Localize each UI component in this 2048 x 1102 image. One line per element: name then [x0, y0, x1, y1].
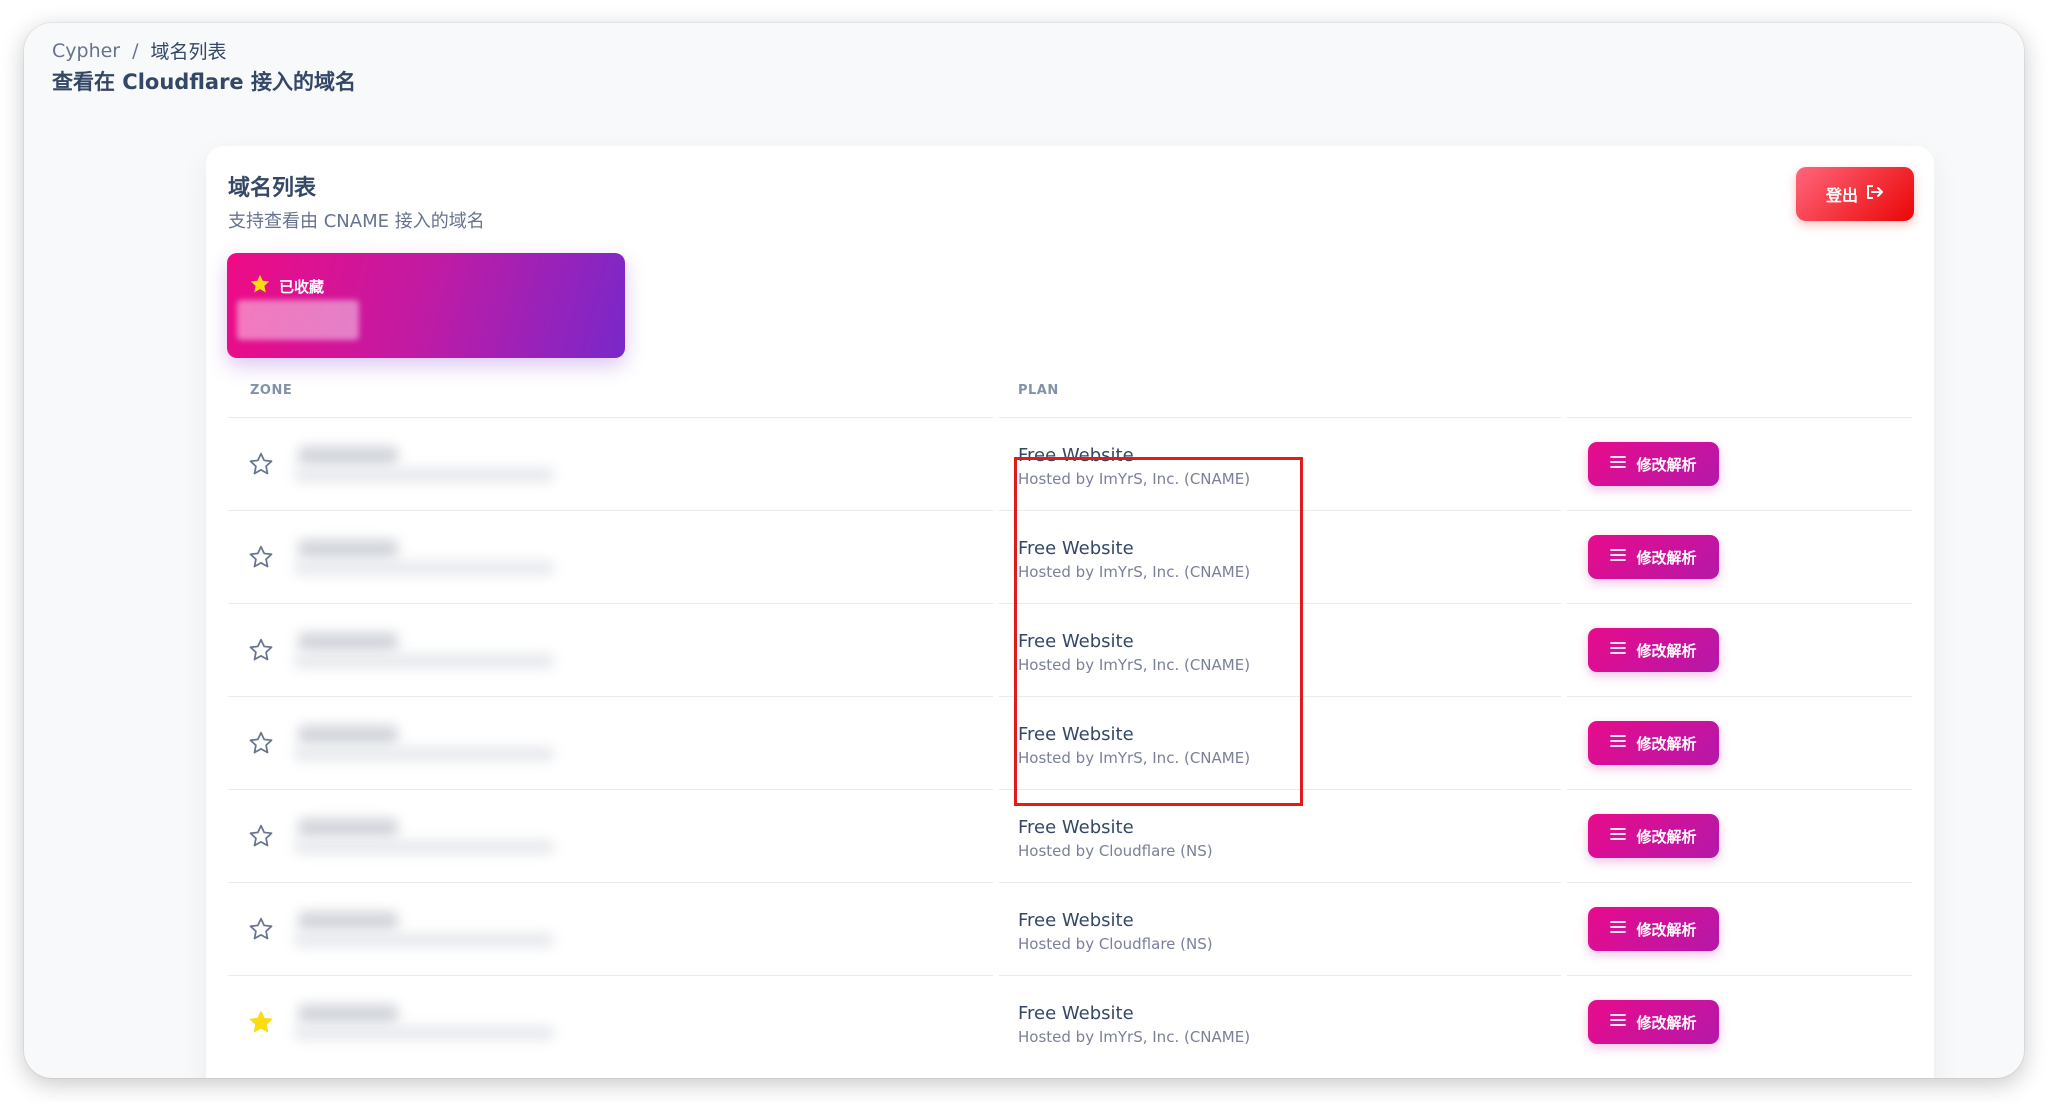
table-row: Free Website Hosted by Cloudflare (NS) 修改解…	[228, 882, 1912, 975]
edit-dns-label: 修改解析	[1636, 455, 1697, 474]
edit-dns-button[interactable]: 修改解析	[1588, 721, 1719, 765]
plan-name: Free Website	[1018, 910, 1134, 931]
plan-host: Hosted by ImYrS, Inc. (CNAME)	[1018, 470, 1251, 488]
zone-name-redacted	[290, 1000, 570, 1044]
plan-name: Free Website	[1018, 1003, 1134, 1024]
plan-cell: Free Website Hosted by Cloudflare (NS)	[1018, 910, 1213, 955]
plan-host: Hosted by ImYrS, Inc. (CNAME)	[1018, 1028, 1251, 1046]
breadcrumb-current: 域名列表	[150, 41, 227, 63]
card-subtitle: 支持查看由 CNAME 接入的域名	[228, 211, 485, 232]
zone-name-redacted	[290, 907, 570, 951]
menu-icon	[1610, 1013, 1627, 1031]
plan-host: Hosted by Cloudflare (NS)	[1018, 935, 1213, 953]
plan-name: Free Website	[1018, 817, 1134, 838]
zone-name-redacted	[290, 628, 570, 672]
table-row: Free Website Hosted by ImYrS, Inc. (CNAME…	[228, 417, 1912, 510]
star-outline-icon[interactable]	[248, 916, 274, 942]
star-filled-icon	[249, 273, 271, 299]
edit-dns-button[interactable]: 修改解析	[1588, 628, 1719, 672]
edit-dns-label: 修改解析	[1636, 548, 1697, 567]
column-header-zone: ZONE	[250, 383, 293, 398]
favorites-content-redacted	[237, 300, 359, 340]
card-title: 域名列表	[228, 176, 317, 201]
plan-host: Hosted by ImYrS, Inc. (CNAME)	[1018, 656, 1251, 674]
edit-dns-button[interactable]: 修改解析	[1588, 907, 1719, 951]
plan-cell: Free Website Hosted by Cloudflare (NS)	[1018, 817, 1213, 862]
edit-dns-button[interactable]: 修改解析	[1588, 814, 1719, 858]
plan-name: Free Website	[1018, 631, 1134, 652]
plan-name: Free Website	[1018, 538, 1134, 559]
table-row: Free Website Hosted by Cloudflare (NS) 修改解…	[228, 789, 1912, 882]
column-header-plan: PLAN	[1018, 383, 1059, 398]
table-row: Free Website Hosted by ImYrS, Inc. (CNAME…	[228, 696, 1912, 789]
app-window: Cypher / 域名列表 查看在 Cloudflare 接入的域名 域名列表 …	[24, 23, 2024, 1078]
edit-dns-button[interactable]: 修改解析	[1588, 1000, 1719, 1044]
domain-list-card: 域名列表 支持查看由 CNAME 接入的域名 登出 已收藏 ZONE PLAN …	[206, 146, 1934, 1078]
zone-name-redacted	[290, 535, 570, 579]
star-outline-icon[interactable]	[248, 637, 274, 663]
zone-name-redacted	[290, 442, 570, 486]
star-outline-icon[interactable]	[248, 730, 274, 756]
page-title: 查看在 Cloudflare 接入的域名	[52, 70, 356, 94]
favorites-header: 已收藏	[249, 273, 324, 299]
edit-dns-button[interactable]: 修改解析	[1588, 442, 1719, 486]
favorites-card[interactable]: 已收藏	[227, 253, 625, 358]
menu-icon	[1610, 641, 1627, 659]
star-outline-icon[interactable]	[248, 823, 274, 849]
plan-host: Hosted by ImYrS, Inc. (CNAME)	[1018, 563, 1251, 581]
logout-button[interactable]: 登出	[1796, 167, 1914, 221]
plan-cell: Free Website Hosted by ImYrS, Inc. (CNAME…	[1018, 538, 1250, 583]
menu-icon	[1610, 920, 1627, 938]
breadcrumb-separator: /	[132, 39, 139, 62]
edit-dns-label: 修改解析	[1636, 734, 1697, 753]
breadcrumb-root[interactable]: Cypher	[52, 40, 120, 62]
plan-cell: Free Website Hosted by ImYrS, Inc. (CNAME…	[1018, 631, 1250, 676]
edit-dns-label: 修改解析	[1636, 1013, 1697, 1032]
table-row: Free Website Hosted by ImYrS, Inc. (CNAME…	[228, 975, 1912, 1068]
menu-icon	[1610, 734, 1627, 752]
plan-name: Free Website	[1018, 445, 1134, 466]
menu-icon	[1610, 455, 1627, 473]
star-outline-icon[interactable]	[248, 451, 274, 477]
zone-name-redacted	[290, 814, 570, 858]
plan-host: Hosted by ImYrS, Inc. (CNAME)	[1018, 749, 1251, 767]
edit-dns-button[interactable]: 修改解析	[1588, 535, 1719, 579]
plan-host: Hosted by Cloudflare (NS)	[1018, 842, 1213, 860]
star-filled-icon[interactable]	[248, 1009, 274, 1035]
favorites-label: 已收藏	[279, 277, 325, 296]
table-row: Free Website Hosted by ImYrS, Inc. (CNAME…	[228, 510, 1912, 603]
edit-dns-label: 修改解析	[1636, 641, 1697, 660]
logout-label: 登出	[1825, 186, 1858, 205]
plan-cell: Free Website Hosted by ImYrS, Inc. (CNAME…	[1018, 445, 1250, 490]
menu-icon	[1610, 827, 1627, 845]
plan-cell: Free Website Hosted by ImYrS, Inc. (CNAME…	[1018, 724, 1250, 769]
domain-table: Free Website Hosted by ImYrS, Inc. (CNAME…	[228, 417, 1912, 1068]
table-row: Free Website Hosted by ImYrS, Inc. (CNAME…	[228, 603, 1912, 696]
edit-dns-label: 修改解析	[1636, 827, 1697, 846]
zone-name-redacted	[290, 721, 570, 765]
plan-cell: Free Website Hosted by ImYrS, Inc. (CNAME…	[1018, 1003, 1250, 1048]
plan-name: Free Website	[1018, 724, 1134, 745]
edit-dns-label: 修改解析	[1636, 920, 1697, 939]
breadcrumb: Cypher / 域名列表	[52, 37, 227, 64]
star-outline-icon[interactable]	[248, 544, 274, 570]
logout-icon	[1866, 184, 1884, 204]
menu-icon	[1610, 548, 1627, 566]
